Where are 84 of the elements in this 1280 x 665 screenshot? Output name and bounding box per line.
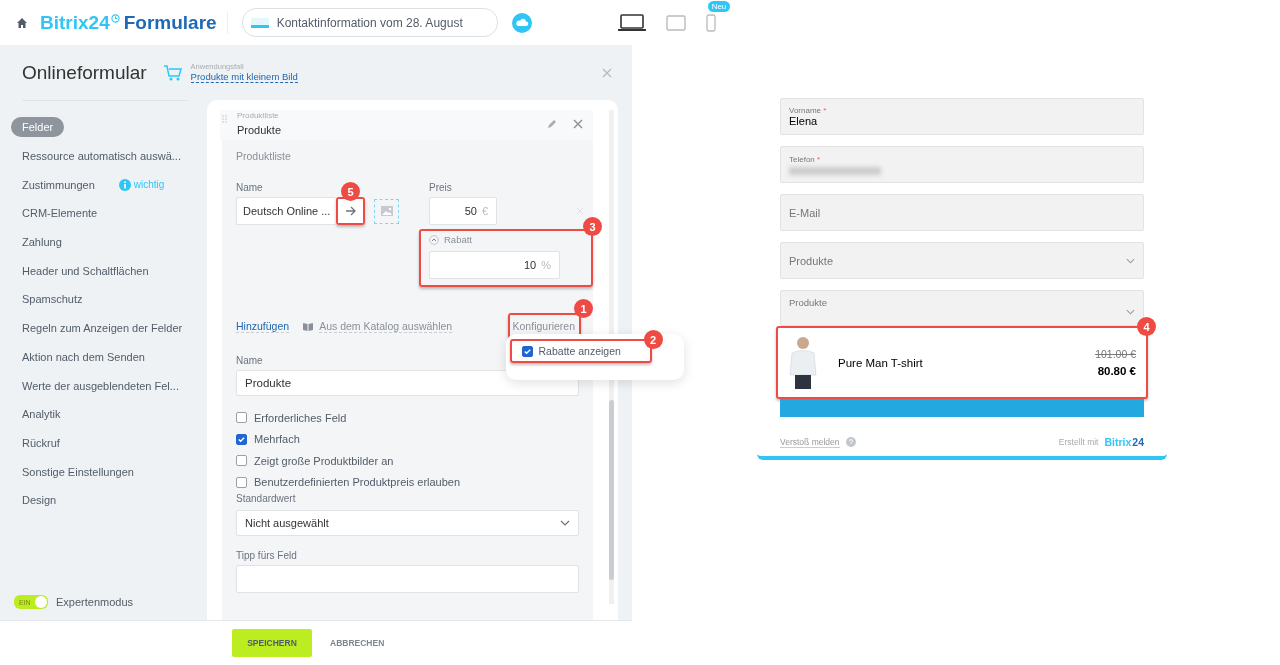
- sidebar-item[interactable]: Spamschutz: [11, 289, 94, 310]
- clock-icon: [110, 13, 120, 23]
- cancel-button[interactable]: ABBRECHEN: [324, 637, 391, 649]
- collapse-icon[interactable]: [429, 234, 439, 245]
- book-icon: [303, 321, 314, 331]
- cloud-icon[interactable]: [511, 12, 532, 33]
- checkbox[interactable]: [236, 412, 247, 424]
- checkbox[interactable]: [236, 476, 247, 488]
- field-type-label: Produktliste: [237, 112, 280, 120]
- option-label: Zeigt große Produktbilder an: [254, 454, 394, 467]
- default-value-label: Standardwert: [236, 493, 296, 504]
- image-icon: [380, 206, 393, 216]
- sidebar-item[interactable]: Ressource automatisch auswä...: [11, 146, 192, 167]
- sidebar-item[interactable]: Zahlung: [11, 232, 73, 253]
- product-select[interactable]: Produkte: [780, 242, 1144, 279]
- form-name-field[interactable]: Kontaktinformation vom 28. August: [241, 8, 498, 37]
- name-label: Name: [236, 355, 263, 366]
- drag-handle-icon[interactable]: [222, 115, 227, 125]
- chevron-down-icon: [560, 520, 570, 526]
- sidebar-item[interactable]: Regeln zum Anzeigen der Felder: [11, 318, 194, 339]
- step-badge: 2: [643, 330, 663, 349]
- use-case-link[interactable]: Produkte mit kleinem Bild: [190, 71, 298, 83]
- sidebar-item[interactable]: Sonstige Einstellungen: [11, 461, 145, 482]
- hint-field[interactable]: [236, 565, 579, 593]
- add-link[interactable]: Hinzufügen: [236, 319, 290, 333]
- phone-icon[interactable]: [705, 13, 716, 32]
- hint-label: Tipp fürs Feld: [236, 550, 297, 561]
- sidebar-item[interactable]: CRM-Elemente: [11, 203, 109, 224]
- panel-title: Onlineformular: [22, 61, 147, 84]
- logo-brand: Bitrix24: [40, 11, 110, 34]
- option-label: Benutzerdefinierten Produktpreis erlauben: [254, 476, 461, 489]
- discount-field[interactable]: 10 %: [429, 251, 560, 279]
- close-icon[interactable]: [573, 119, 583, 129]
- arrow-right-icon: [344, 206, 357, 216]
- sidebar-item[interactable]: Design: [11, 490, 68, 511]
- step-badge: 5: [341, 182, 360, 201]
- name-label: Name: [236, 182, 263, 193]
- option-label: Erforderliches Feld: [254, 411, 347, 424]
- phone-field[interactable]: Telefon *: [780, 146, 1144, 183]
- person-silhouette-icon: [788, 334, 818, 391]
- chevron-down-icon: [1126, 309, 1135, 315]
- checkbox[interactable]: [521, 345, 533, 357]
- product-price: 80.80 €: [1097, 365, 1136, 377]
- sidebar-item[interactable]: Header und Schaltflächen: [11, 260, 160, 281]
- new-badge: Neu: [707, 0, 731, 12]
- option-label: Mehrfach: [254, 433, 300, 446]
- save-button[interactable]: SPEICHERN: [232, 629, 312, 657]
- sidebar-item[interactable]: Werte der ausgeblendeten Fel...: [11, 375, 190, 396]
- credit-text: Erstellt mit: [1058, 437, 1099, 447]
- cart-icon: [162, 63, 183, 82]
- product-name: Pure Man T-shirt: [838, 356, 924, 369]
- laptop-icon[interactable]: [617, 13, 646, 32]
- image-upload-button[interactable]: [374, 198, 400, 224]
- home-icon[interactable]: [16, 16, 28, 29]
- field-title: Produkte: [237, 124, 283, 136]
- sidebar-item[interactable]: Analytik: [11, 404, 72, 425]
- expert-mode-label: Expertenmodus: [56, 596, 134, 608]
- help-icon[interactable]: [845, 437, 856, 447]
- text-field[interactable]: Vorname * Elena: [780, 98, 1144, 135]
- product-name-field[interactable]: Deutsch Online ...: [236, 197, 337, 225]
- price-label: Preis: [429, 182, 452, 193]
- field-name-input[interactable]: Produkte: [236, 370, 579, 396]
- tablet-icon[interactable]: [665, 14, 686, 31]
- sidebar-item[interactable]: Zustimmungen: [11, 174, 106, 195]
- checkbox[interactable]: [236, 455, 247, 467]
- checkbox[interactable]: [236, 433, 247, 445]
- old-price: 101.00 €: [1095, 348, 1136, 360]
- form-icon: [250, 17, 269, 28]
- close-icon[interactable]: [602, 67, 612, 78]
- credit-logo[interactable]: Bitrix24: [1104, 436, 1144, 448]
- sidebar-item[interactable]: Aktion nach dem Senden: [11, 346, 156, 367]
- price-field[interactable]: 50 €: [429, 197, 497, 225]
- sidebar-item[interactable]: Rückruf: [11, 432, 71, 453]
- discount-label: Rabatt: [444, 234, 472, 245]
- default-value-select[interactable]: Nicht ausgewählt: [236, 510, 579, 536]
- chevron-down-icon: [1126, 257, 1135, 264]
- logo-product: Formulare: [123, 11, 217, 34]
- info-icon: [118, 178, 131, 191]
- step-badge: 3: [583, 217, 602, 236]
- step-badge: 1: [574, 299, 593, 318]
- product-select[interactable]: Produkte: [780, 290, 1144, 326]
- section-title: Produktliste: [236, 150, 292, 162]
- pencil-icon[interactable]: [547, 119, 557, 129]
- email-field[interactable]: E-Mail: [780, 194, 1144, 231]
